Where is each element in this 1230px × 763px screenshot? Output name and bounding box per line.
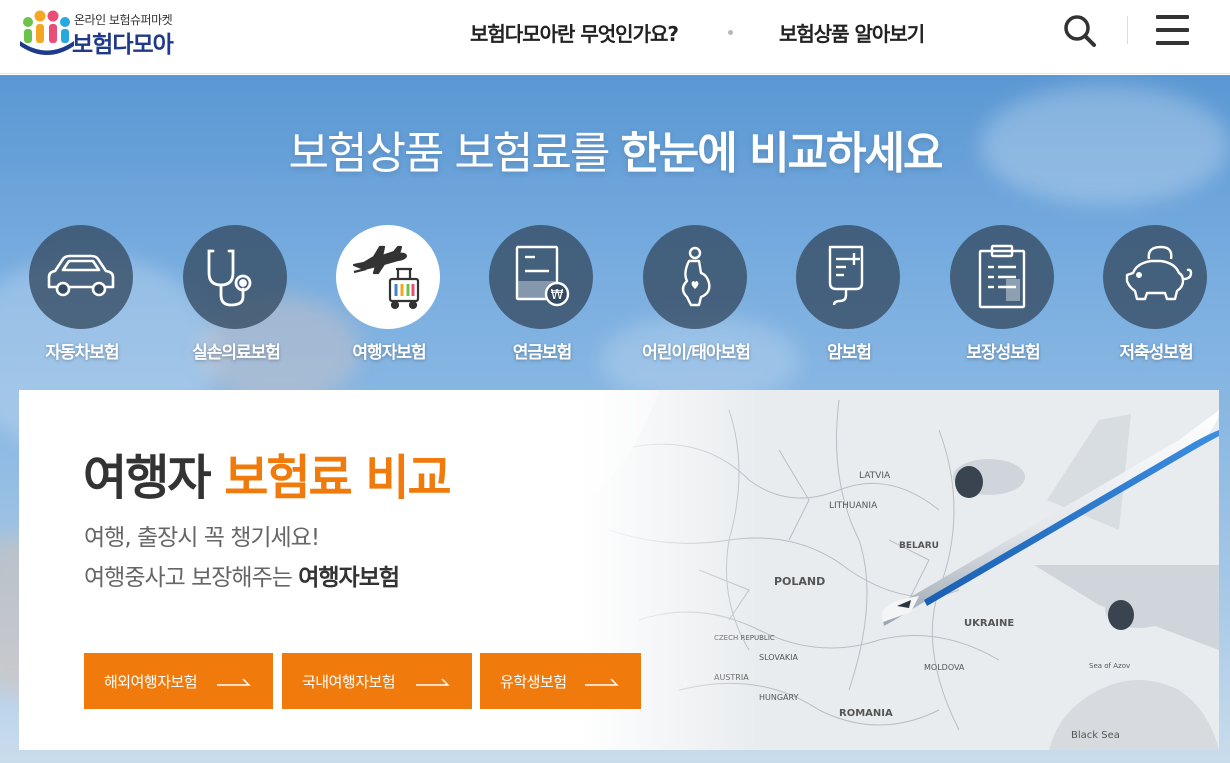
header-divider xyxy=(1127,16,1128,44)
arrow-right-icon xyxy=(585,678,619,686)
button-label: 유학생보험 xyxy=(500,672,567,691)
site-header: 온라인 보험슈퍼마켓 보험다모아 보험다모아란 무엇인가요? 보험상품 알아보기 xyxy=(0,0,1230,74)
arrow-right-icon xyxy=(217,678,251,686)
search-button[interactable] xyxy=(1062,13,1098,49)
overseas-travel-insurance-button[interactable]: 해외여행자보험 xyxy=(84,653,273,709)
category-savings[interactable]: 저축성보험 xyxy=(1086,225,1226,365)
study-abroad-insurance-button[interactable]: 유학생보험 xyxy=(480,653,641,709)
category-label: 자동차보험 xyxy=(45,343,119,363)
category-cancer[interactable]: 암보험 xyxy=(779,225,919,365)
panel-desc-bold: 여행자보험 xyxy=(298,565,400,591)
stethoscope-icon xyxy=(207,249,252,307)
category-label: 여행자보험 xyxy=(352,343,426,363)
domestic-travel-insurance-button[interactable]: 국내여행자보험 xyxy=(282,653,472,709)
logo-people-icon xyxy=(20,10,74,55)
travel-insurance-panel: LATVIA LITHUANIA BELARU POLAND UKRAINE C… xyxy=(19,390,1219,750)
site-logo[interactable]: 온라인 보험슈퍼마켓 보험다모아 xyxy=(18,8,208,60)
nav-separator-dot xyxy=(727,29,733,35)
category-label: 보장성보험 xyxy=(966,343,1040,363)
category-car[interactable]: 자동차보험 xyxy=(12,225,152,365)
logo-title: 보험다모아 xyxy=(72,32,174,58)
pension-document-icon: ₩ xyxy=(515,245,570,307)
svg-text:₩: ₩ xyxy=(551,288,564,303)
button-label: 국내여행자보험 xyxy=(302,672,396,691)
arrow-right-icon xyxy=(416,678,450,686)
car-icon xyxy=(47,254,115,297)
clipboard-icon xyxy=(978,244,1026,309)
panel-desc-line1: 여행, 출장시 꼭 챙기세요! xyxy=(84,525,320,551)
airplane-luggage-icon xyxy=(352,245,420,310)
category-protection[interactable]: 보장성보험 xyxy=(933,225,1073,365)
hero-section: 보험상품 보험료를 한눈에 비교하세요 자동차보험 실손의료보험 여행자보험 ₩… xyxy=(0,75,1230,763)
category-children[interactable]: 어린이/태아보험 xyxy=(626,225,766,365)
europe-map-airplane-illustration: LATVIA LITHUANIA BELARU POLAND UKRAINE C… xyxy=(579,390,1219,750)
panel-desc-prefix: 여행중사고 보장해주는 xyxy=(84,565,299,591)
panel-description: 여행, 출장시 꼭 챙기세요! 여행중사고 보장해주는 여행자보험 xyxy=(84,518,400,598)
panel-title: 여행자 보험료 비교 xyxy=(83,438,452,508)
category-label: 암보험 xyxy=(827,343,872,363)
nav-products[interactable]: 보험상품 알아보기 xyxy=(779,18,925,47)
category-pension[interactable]: ₩ 연금보험 xyxy=(472,225,612,365)
nav-about[interactable]: 보험다모아란 무엇인가요? xyxy=(470,18,679,47)
hero-title: 보험상품 보험료를 한눈에 비교하세요 xyxy=(0,117,1230,181)
category-label: 실손의료보험 xyxy=(192,343,281,363)
hero-title-light: 보험상품 보험료를 xyxy=(288,128,621,179)
pregnant-mother-icon xyxy=(681,246,711,307)
hero-title-bold: 한눈에 비교하세요 xyxy=(620,128,943,179)
category-label: 어린이/태아보험 xyxy=(642,343,751,363)
panel-desc-line2: 여행중사고 보장해주는 여행자보험 xyxy=(84,558,400,598)
category-medical[interactable]: 실손의료보험 xyxy=(166,225,306,365)
main-nav: 보험다모아란 무엇인가요? 보험상품 알아보기 xyxy=(470,14,925,50)
search-icon xyxy=(1064,15,1096,47)
iv-bag-icon xyxy=(828,245,864,306)
menu-button[interactable] xyxy=(1156,15,1190,45)
panel-title-orange: 보험료 비교 xyxy=(224,450,452,506)
category-travel[interactable]: 여행자보험 xyxy=(319,225,459,365)
piggy-bank-icon xyxy=(1125,245,1193,301)
panel-title-dark: 여행자 xyxy=(83,450,225,506)
button-label: 해외여행자보험 xyxy=(104,672,198,691)
category-label: 저축성보험 xyxy=(1119,343,1193,363)
category-label: 연금보험 xyxy=(512,343,573,363)
